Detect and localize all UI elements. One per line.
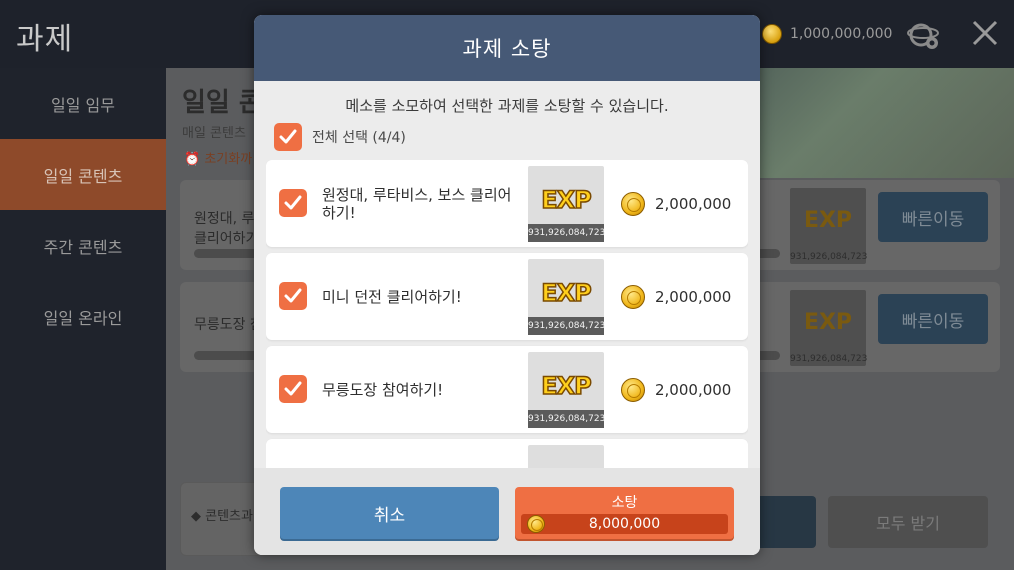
task-label: 무릉도장 참여하기! (322, 380, 444, 399)
meso-coin-icon (621, 377, 645, 402)
task-list[interactable]: 원정대, 루타비스, 보스 클리어하기! EXP 931,926,084,723… (266, 160, 748, 468)
quick-move-button[interactable]: 빠른이동 (878, 192, 988, 242)
meso-coin-icon (621, 191, 645, 216)
content-card-text: 원정대, 루 클리어하기 (194, 211, 259, 247)
exp-amount: 931,926,084,723 (790, 354, 868, 364)
receive-all-button[interactable]: 모두 받기 (828, 496, 988, 548)
sweep-button[interactable]: 소탕 8,000,000 (515, 487, 734, 539)
task-checkbox[interactable] (279, 189, 307, 217)
sidebar-item-weekly-content[interactable]: 주간 콘텐츠 (0, 210, 166, 281)
sidebar-item-daily-online[interactable]: 일일 온라인 (0, 281, 166, 352)
task-cost-amount: 2,000,000 (655, 287, 732, 306)
sidebar-item-daily-mission[interactable]: 일일 임무 (0, 68, 166, 139)
sweep-button-label: 소탕 (611, 495, 638, 511)
task-item: 원정대, 루타비스, 보스 클리어하기! EXP 931,926,084,723… (266, 160, 748, 247)
exp-reward: EXP 931,926,084,723 (528, 166, 605, 242)
main-heading: 일일 콘 (182, 88, 263, 118)
check-icon (279, 129, 297, 144)
currency-display: 1,000,000,000 (762, 24, 892, 44)
task-checkbox[interactable] (279, 375, 307, 403)
task-cost: 2,000,000 (621, 346, 731, 433)
modal-footer: 취소 소탕 8,000,000 (254, 468, 760, 555)
task-label: 원정대, 루타비스, 보스 클리어하기! (322, 185, 512, 222)
modal-title: 과제 소탕 (254, 15, 760, 81)
modal-description: 메소를 소모하여 선택한 과제를 소탕할 수 있습니다. (345, 97, 669, 115)
check-icon (284, 288, 302, 303)
cancel-button[interactable]: 취소 (280, 487, 499, 539)
exp-logo: EXP (541, 371, 593, 401)
exp-amount: 931,926,084,723 (790, 252, 868, 262)
task-cost-amount: 2,000,000 (655, 380, 732, 399)
exp-logo: EXP (803, 310, 853, 335)
exp-reward: EXP 931,926,084,723 (790, 290, 868, 366)
content-card-text: 무릉도장 참 (194, 317, 263, 333)
task-item: 미니 던전 클리어하기! EXP 931,926,084,723 2,000,0… (266, 253, 748, 340)
character-banner (726, 68, 1014, 178)
sweep-modal: 과제 소탕 메소를 소모하여 선택한 과제를 소탕할 수 있습니다. 전체 선택… (254, 15, 760, 555)
task-cost-amount: 2,000,000 (655, 194, 732, 213)
meso-coin-icon (621, 284, 645, 309)
exp-reward (528, 445, 604, 468)
exp-logo: EXP (541, 185, 593, 215)
meso-coin-icon (762, 24, 782, 44)
task-checkbox[interactable] (279, 282, 307, 310)
task-cost: 2,000,000 (621, 253, 731, 340)
task-cost: 2,000,000 (621, 160, 731, 247)
exp-reward: EXP 931,926,084,723 (790, 188, 868, 264)
sidebar: 일일 임무 일일 콘텐츠 주간 콘텐츠 일일 온라인 (0, 68, 166, 570)
reset-timer: ⏰ 초기화까 (184, 152, 253, 167)
meso-coin-icon (527, 515, 545, 533)
task-item (266, 439, 748, 468)
exp-amount: 931,926,084,723 (528, 224, 605, 242)
main-subtitle: 매일 콘텐츠 (182, 126, 246, 141)
exp-reward: EXP 931,926,084,723 (528, 259, 605, 335)
screen-title: 과제 (16, 22, 74, 57)
select-all-label: 전체 선택 (4/4) (312, 130, 406, 146)
close-icon[interactable] (968, 18, 1002, 52)
exp-reward: EXP 931,926,084,723 (528, 352, 605, 428)
quick-move-button[interactable]: 빠른이동 (878, 294, 988, 344)
check-icon (284, 381, 302, 396)
task-item: 무릉도장 참여하기! EXP 931,926,084,723 2,000,000 (266, 346, 748, 433)
select-all-checkbox[interactable] (274, 123, 302, 151)
world-settings-icon[interactable] (906, 18, 940, 52)
exp-logo: EXP (803, 208, 853, 233)
check-icon (284, 195, 302, 210)
sidebar-item-daily-content[interactable]: 일일 콘텐츠 (0, 139, 166, 210)
content-footer-label: ◆ 콘텐츠과 (191, 509, 253, 524)
select-all[interactable]: 전체 선택 (4/4) (274, 123, 406, 151)
exp-logo: EXP (541, 278, 593, 308)
currency-amount: 1,000,000,000 (790, 26, 893, 42)
sweep-total-amount: 8,000,000 (588, 516, 661, 532)
exp-amount: 931,926,084,723 (528, 317, 605, 335)
sweep-total: 8,000,000 (521, 514, 728, 534)
exp-amount: 931,926,084,723 (528, 410, 605, 428)
task-label: 미니 던전 클리어하기! (322, 287, 462, 306)
